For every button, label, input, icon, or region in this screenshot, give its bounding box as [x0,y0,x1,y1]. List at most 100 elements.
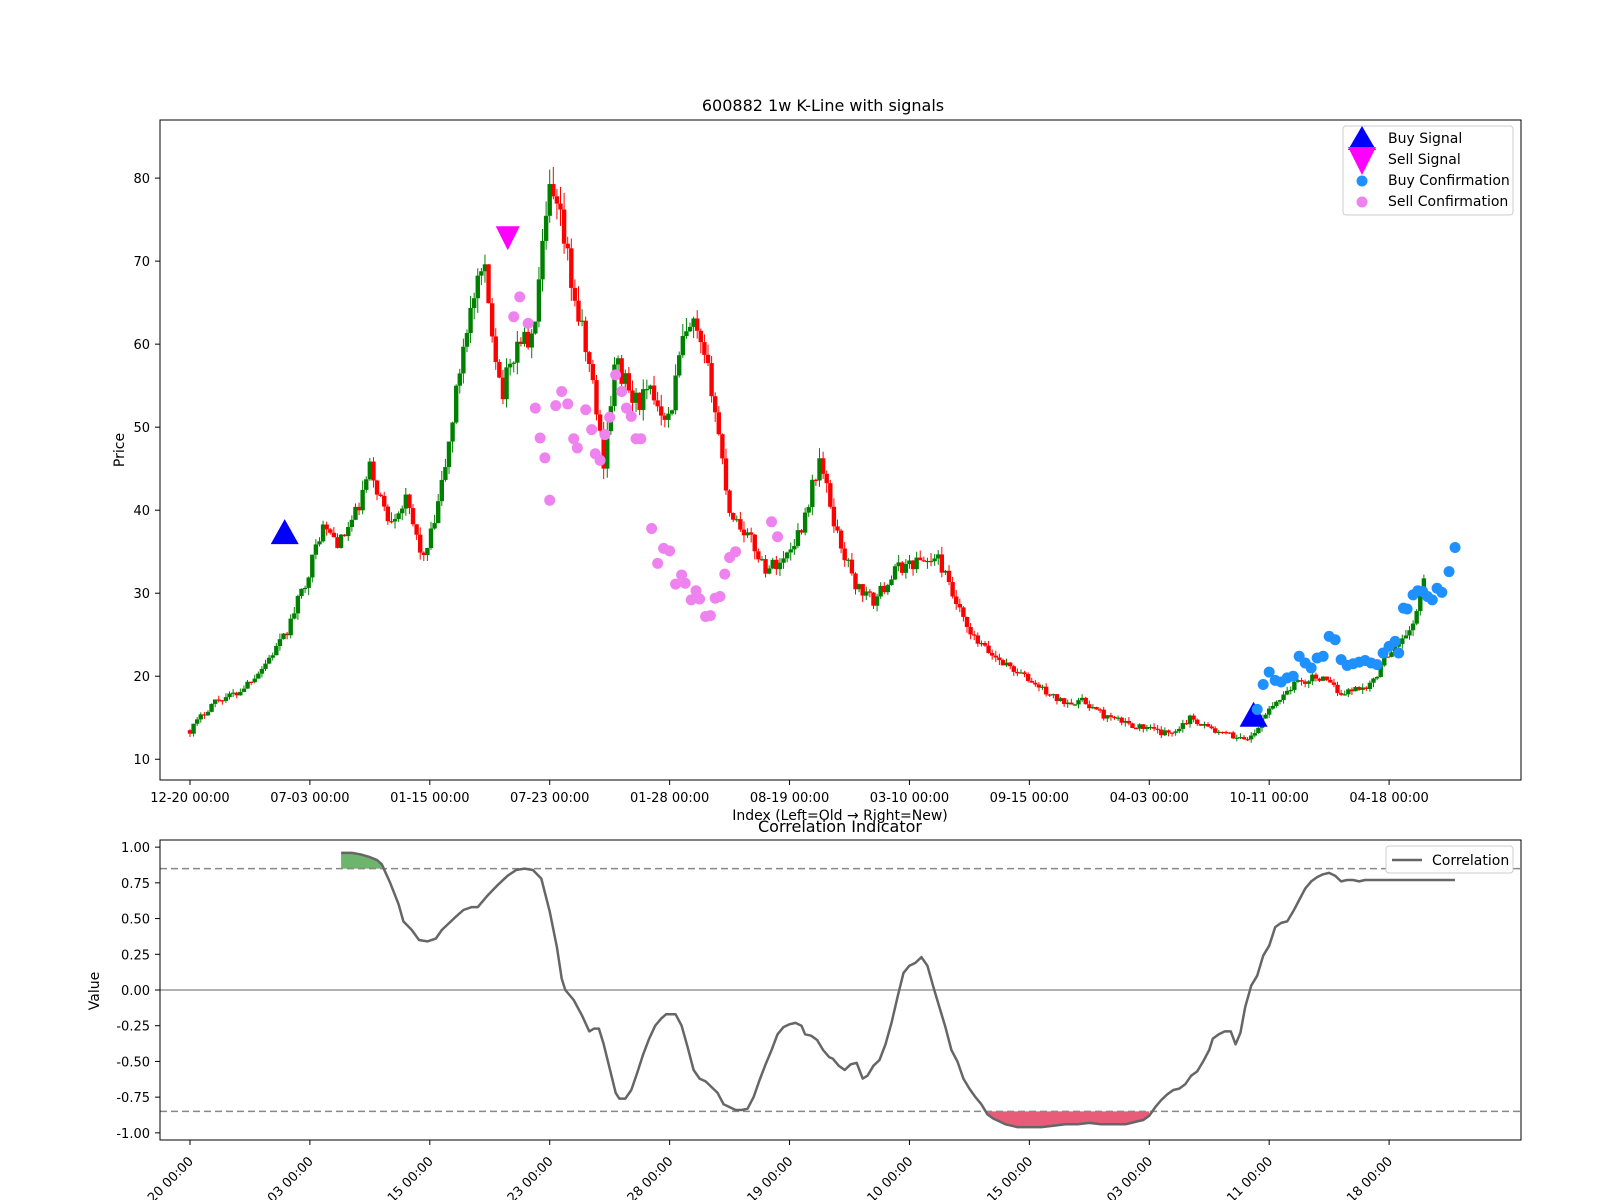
candle-body [536,279,542,322]
candle-body [824,473,829,484]
confirmation-point [664,545,676,557]
candle-body [752,534,757,552]
kline-axes: 10 20 30 40 50 60 70 80 12-20 00:00 07-03 00:00 01… [133,172,1428,806]
candle-body [702,342,707,355]
confirmation-point [580,404,592,416]
candle-body [903,564,909,573]
legend-buy-confirmation-label: Buy Confirmation [1388,173,1510,189]
confirmation-point [508,311,520,323]
confirmation-point [522,317,534,329]
candle-body [889,579,894,586]
candle-body [835,526,840,531]
candle-body [1025,674,1031,681]
candle-body [1166,730,1171,733]
candle-body [781,558,786,563]
confirmation-point [556,385,568,397]
kline-candles [187,166,1427,743]
correlation-x-tick-label: 04-03 00:00 [1089,1154,1156,1200]
candle-body [1270,705,1275,709]
candle-body [680,336,686,356]
candle-body [730,512,736,520]
candle-body [849,559,855,574]
candle-body [1292,681,1297,690]
candle-body [1069,702,1074,705]
confirmation-point [1329,634,1341,646]
candle-body [587,352,592,365]
candle-body [489,303,495,337]
correlation-y-tick-label: 1.00 [121,841,150,856]
kline-x-tick-label: 03-10 00:00 [870,791,949,806]
candle-body [1324,676,1329,680]
candle-body [867,591,873,593]
kline-y-tick-label: 80 [133,172,150,187]
confirmation-point [1443,566,1455,578]
candle-body [497,362,502,378]
candle-body [194,719,200,724]
candle-body [1263,714,1268,719]
candle-body [317,541,322,545]
correlation-x-tick-label: 09-15 00:00 [969,1154,1036,1200]
candle-body [968,627,973,635]
correlation-y-tick-label: -0.75 [116,1091,150,1106]
candle-body [961,607,966,617]
correlation-x-tick-label: 04-18 00:00 [1329,1154,1396,1200]
candle-body [828,483,833,507]
candle-body [360,489,365,511]
candle-body [644,389,650,391]
candle-body [666,413,671,420]
confirmation-point [679,577,691,589]
candle-body [975,635,980,644]
candle-body [457,373,462,386]
legend-sell-signal-label: Sell Signal [1388,152,1461,168]
candle-body [227,693,232,698]
candle-body [1407,630,1412,636]
candle-body [1299,680,1304,682]
candle-body [392,519,398,522]
candle-body [511,362,516,364]
candle-body [504,367,509,400]
candle-body [572,287,578,301]
candle-body [946,570,952,583]
candle-body [982,643,988,646]
confirmation-point [1257,679,1269,691]
confirmation-point [514,291,526,303]
candle-body [410,508,416,525]
kline-plot-frame [159,119,1522,781]
kline-y-tick-label: 60 [133,338,150,353]
confirmation-point [1317,650,1329,662]
candle-body [964,616,970,628]
candle-body [446,441,452,468]
correlation-chart: Correlation Indicator 1.00 0.75 0.50 0.25 0.… [87,817,1522,1200]
legend-sell-confirmation-label: Sell Confirmation [1388,194,1508,210]
kline-title: 600882 1w K-Line with signals [702,96,944,115]
candle-body [306,577,311,588]
candle-body [407,494,412,509]
candle-body [475,275,480,299]
candle-body [569,248,574,288]
candle-body [810,479,815,508]
candle-body [1191,715,1196,720]
confirmation-point [562,398,574,410]
candle-body [263,663,268,669]
confirmation-point [1371,659,1383,671]
confirmation-point [1401,603,1413,615]
candle-body [641,389,646,410]
candle-body [705,354,711,364]
kline-x-tick-label: 01-15 00:00 [390,791,469,806]
candle-body [1371,678,1376,683]
candle-body [270,655,275,658]
confirmation-point [1393,647,1405,659]
candle-body [784,552,790,559]
confirmation-point [539,452,551,464]
correlation-y-tick-label: -1.00 [116,1127,150,1142]
candle-body [561,209,567,244]
candle-body [241,688,247,692]
candle-body [576,300,581,322]
candle-body [590,364,596,381]
candle-body [874,596,880,606]
kline-x-tick-label: 01-28 00:00 [630,791,709,806]
candle-body [1313,674,1319,679]
candle-body [677,355,682,376]
candle-body [1205,724,1211,727]
confirmation-point [635,433,647,445]
